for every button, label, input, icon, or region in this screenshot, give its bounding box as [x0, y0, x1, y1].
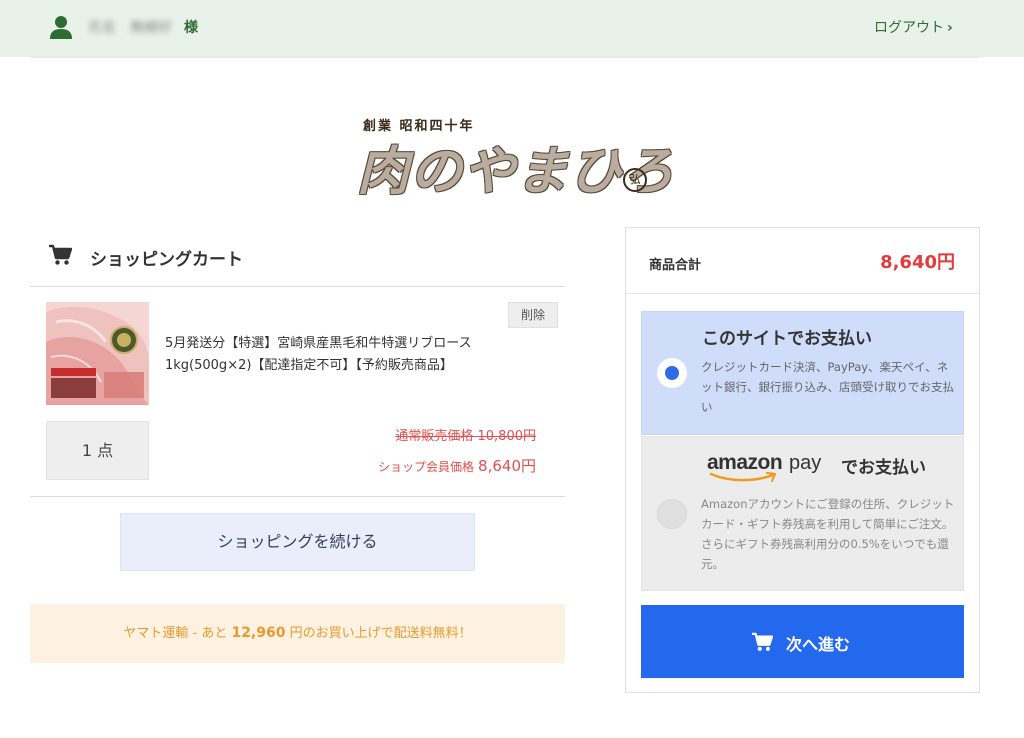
shop-logo[interactable]: 創業 昭和四十年 肉のやまひろ 弘 — [355, 113, 674, 203]
product-image[interactable] — [46, 302, 149, 405]
payment-option-amazon[interactable]: amazon pay でお支払い Amazonアカウントにご登録の住所、クレジッ… — [641, 436, 964, 591]
delete-button[interactable]: 削除 — [508, 302, 558, 328]
payment-amazon-title: でお支払い — [841, 458, 926, 478]
shipping-remaining-amount: 12,960 — [231, 625, 286, 641]
logout-link[interactable]: ログアウト › — [874, 17, 953, 37]
amazon-pay-logo: amazon pay — [707, 451, 832, 483]
logo-seal: 弘 — [623, 168, 647, 192]
logo-brand: 肉のやまひろ — [357, 141, 676, 202]
payment-amazon-description: Amazonアカウントにご登録の住所、クレジットカード・ギフト券残高を利用して簡… — [701, 497, 955, 571]
continue-shopping-button[interactable]: ショッピングを続ける — [120, 513, 475, 571]
payment-site-description: クレジットカード決済、PayPay、楽天ペイ、ネット銀行、銀行振り込み、店頭受け… — [701, 360, 954, 414]
cart-title: ショッピングカート — [90, 250, 243, 270]
user-name: 氏名 無線好 — [88, 20, 172, 36]
subtotal-value: 8,640円 — [880, 252, 955, 273]
payment-radio-amazon[interactable] — [657, 499, 687, 529]
user-icon — [50, 16, 72, 39]
regular-price: 通常販売価格 10,800円 — [395, 429, 536, 444]
payment-site-title: このサイトでお支払い — [702, 329, 872, 349]
shipping-notice-suffix: 円のお買い上げで配送料無料！ — [285, 626, 472, 641]
cart-divider-bottom — [30, 496, 565, 497]
shipping-notice-prefix: ヤマト運輸 - あと — [123, 626, 232, 641]
member-price-value: 8,640円 — [478, 457, 536, 475]
cart-icon — [752, 632, 773, 651]
logout-label: ログアウト — [874, 20, 944, 36]
order-summary: 商品合計 8,640円 このサイトでお支払い クレジットカード決済、PayPay… — [625, 227, 980, 693]
next-step-label: 次へ進む — [786, 635, 851, 654]
product-name[interactable]: 5月発送分【特選】宮崎県産黒毛和牛特選リブロース1kg(500g×2)【配達指定… — [165, 333, 510, 377]
cart-divider-top — [30, 286, 565, 287]
member-price: ショップ会員価格 8,640円 — [300, 455, 536, 476]
shipping-notice: ヤマト運輸 - あと 12,960 円のお買い上げで配送料無料！ — [30, 604, 565, 663]
subtotal-label: 商品合計 — [649, 258, 702, 273]
amazon-smile-icon — [709, 471, 777, 483]
radio-selected-dot — [665, 366, 679, 380]
amazon-logo-pay: pay — [789, 452, 822, 474]
chevron-right-icon: › — [947, 20, 953, 36]
quantity-selector[interactable]: 1 点 — [46, 421, 149, 480]
user-honorific: 様 — [184, 20, 198, 36]
header-divider — [30, 57, 980, 58]
payment-option-site[interactable]: このサイトでお支払い クレジットカード決済、PayPay、楽天ペイ、ネット銀行、… — [641, 311, 964, 435]
member-price-label: ショップ会員価格 — [378, 460, 475, 474]
cart-icon — [49, 244, 72, 265]
top-bar: 氏名 無線好 様 ログアウト › — [0, 0, 1024, 57]
subtotal-row: 商品合計 8,640円 — [626, 228, 979, 294]
payment-radio-site[interactable] — [657, 358, 687, 388]
next-step-button[interactable]: 次へ進む — [641, 605, 964, 678]
